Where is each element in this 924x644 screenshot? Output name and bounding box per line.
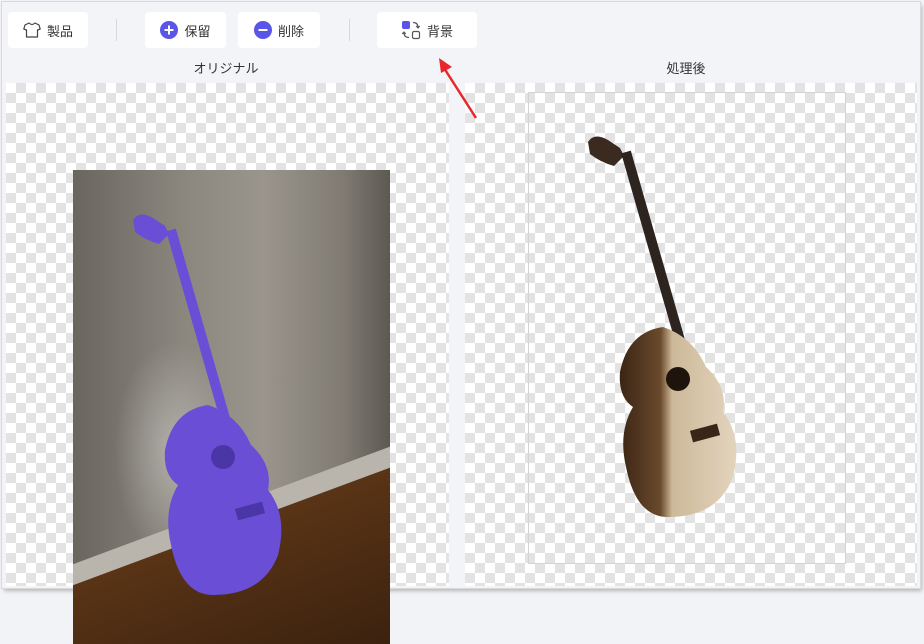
product-label: 製品 bbox=[46, 24, 73, 40]
guitar-mask-overlay bbox=[133, 214, 282, 595]
plus-circle-icon bbox=[160, 21, 179, 39]
original-canvas[interactable] bbox=[6, 83, 449, 644]
keep-button[interactable]: 保留 bbox=[145, 12, 226, 48]
product-button[interactable]: 製品 bbox=[8, 12, 88, 48]
delete-button[interactable]: 削除 bbox=[238, 12, 320, 48]
swap-background-icon bbox=[401, 20, 421, 40]
red-arrow-icon bbox=[439, 58, 478, 119]
keep-label: 保留 bbox=[184, 24, 211, 40]
background-button[interactable]: 背景 bbox=[377, 12, 477, 48]
toolbar-divider bbox=[116, 19, 117, 41]
processed-panel-title: 処理後 bbox=[666, 62, 706, 77]
processed-guitar bbox=[588, 136, 737, 517]
delete-label: 削除 bbox=[277, 24, 304, 40]
minus-circle-icon bbox=[253, 21, 272, 39]
background-label: 背景 bbox=[426, 24, 453, 40]
editor-window: 製品 保留 削除 背景 オリジナル 処理後 bbox=[2, 2, 920, 644]
original-panel-title: オリジナル bbox=[193, 62, 259, 77]
toolbar: 製品 保留 削除 背景 bbox=[2, 2, 920, 56]
tshirt-icon bbox=[23, 22, 41, 38]
toolbar-divider bbox=[349, 19, 350, 41]
